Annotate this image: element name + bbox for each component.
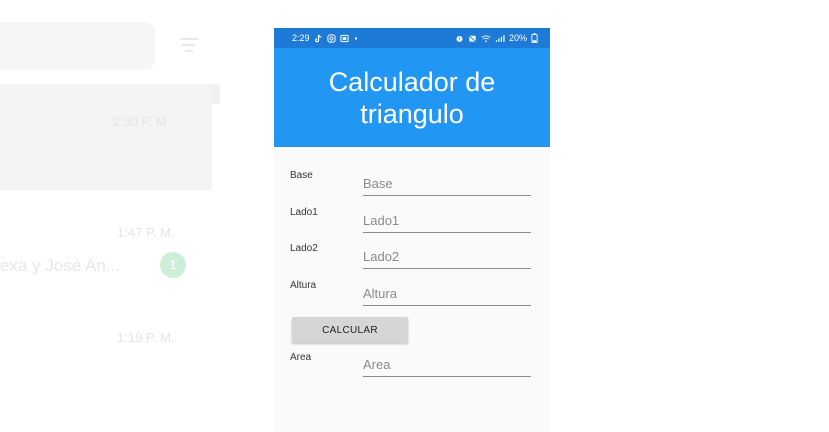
phone-screen: 2:29 20% Calculador de triangulo Base La…	[274, 28, 550, 432]
area-output[interactable]	[363, 352, 531, 377]
gallery-icon	[339, 34, 349, 42]
app-bar: Calculador de triangulo	[274, 48, 550, 147]
status-bar: 2:29 20%	[274, 28, 550, 48]
chat-time: 1:47 P. M.	[117, 225, 175, 240]
instagram-icon	[326, 33, 336, 43]
signal-icon	[495, 34, 505, 42]
battery-percent: 20%	[508, 33, 527, 43]
area-label: Area	[290, 352, 312, 363]
chat-time: 1:19 P. M.	[117, 330, 175, 345]
tiktok-icon	[314, 34, 321, 42]
wifi-icon	[481, 35, 491, 42]
chat-name: exa y José An...	[0, 256, 121, 275]
battery-icon	[531, 33, 538, 43]
status-time: 2:29	[292, 33, 310, 43]
background-chat-row	[0, 84, 212, 190]
background-chat-list: 2:30 P. M. 1:47 P. M. exa y José An... 1…	[0, 0, 222, 432]
dot-icon	[354, 36, 357, 40]
mute-icon	[469, 35, 476, 42]
lado1-label: Lado1	[290, 207, 318, 218]
background-search-bar	[0, 22, 155, 70]
chat-time: 2:30 P. M.	[113, 114, 171, 129]
base-label: Base	[290, 170, 313, 181]
altura-input[interactable]	[363, 281, 531, 306]
altura-label: Altura	[290, 280, 317, 291]
lado2-input[interactable]	[363, 244, 531, 269]
calculate-button[interactable]: CALCULAR	[292, 317, 408, 343]
lado2-label: Lado2	[290, 243, 318, 254]
lado1-input[interactable]	[363, 208, 531, 233]
background-divider	[212, 84, 220, 104]
filter-icon	[180, 38, 198, 56]
alarm-icon	[456, 35, 463, 42]
base-input[interactable]	[363, 171, 531, 196]
triangle-form: Base Lado1 Lado2 Altura CALCULAR Area	[274, 147, 550, 432]
unread-badge: 1	[160, 252, 186, 278]
app-title: Calculador de triangulo	[328, 66, 496, 129]
